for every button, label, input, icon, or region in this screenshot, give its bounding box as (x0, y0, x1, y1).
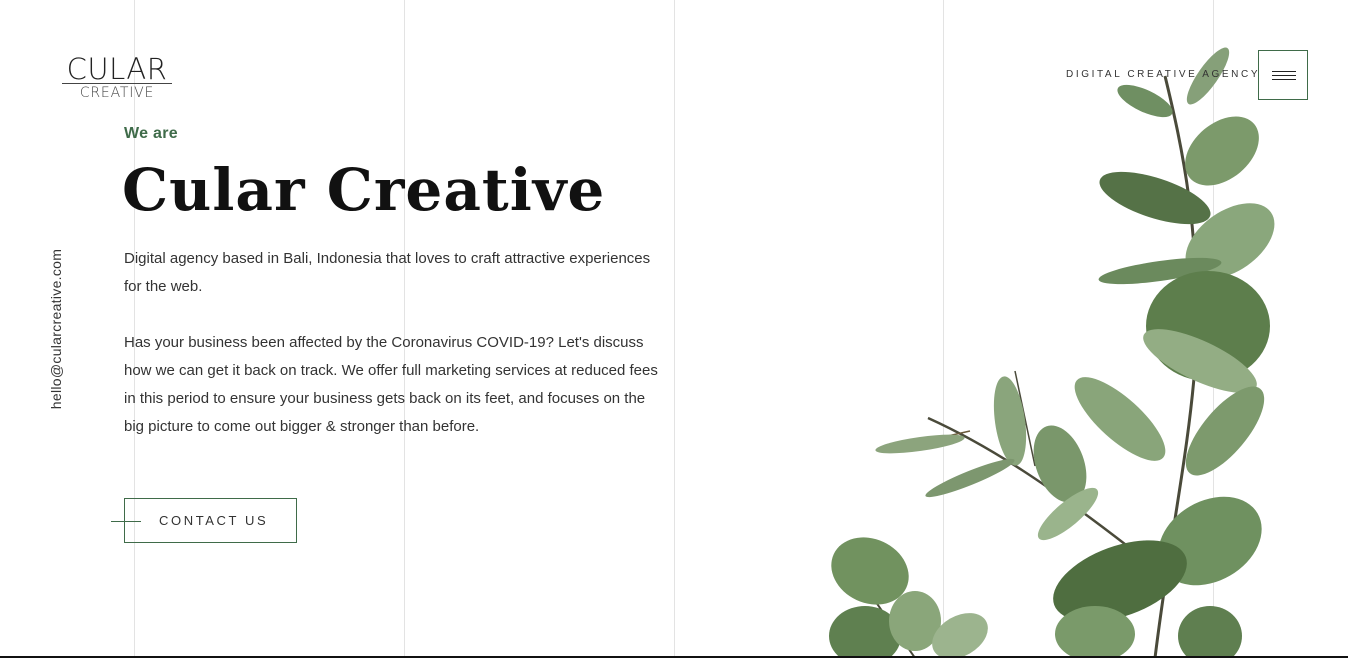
hero-covid-paragraph: Has your business been affected by the C… (124, 334, 658, 435)
hero-kicker: We are (124, 125, 178, 142)
logo[interactable]: CULAR CREATIVE (62, 54, 172, 100)
grid-line (674, 0, 675, 658)
contact-us-label: CONTACT US (159, 513, 269, 528)
contact-us-button[interactable]: CONTACT US (111, 498, 297, 543)
hero-intro-paragraph: Digital agency based in Bali, Indonesia … (124, 250, 651, 295)
agency-tagline: DIGITAL CREATIVE AGENCY (1066, 69, 1261, 80)
menu-button[interactable] (1258, 50, 1308, 100)
logo-subtitle: CREATIVE (79, 85, 155, 101)
cta-accent-line (111, 521, 141, 522)
logo-wordmark: CULAR (66, 52, 168, 86)
email-link[interactable]: hello@cularcreative.com (48, 249, 64, 409)
logo-divider (62, 83, 172, 84)
eucalyptus-plant-image (829, 47, 1275, 658)
page-title: Cular Creative (122, 156, 606, 224)
